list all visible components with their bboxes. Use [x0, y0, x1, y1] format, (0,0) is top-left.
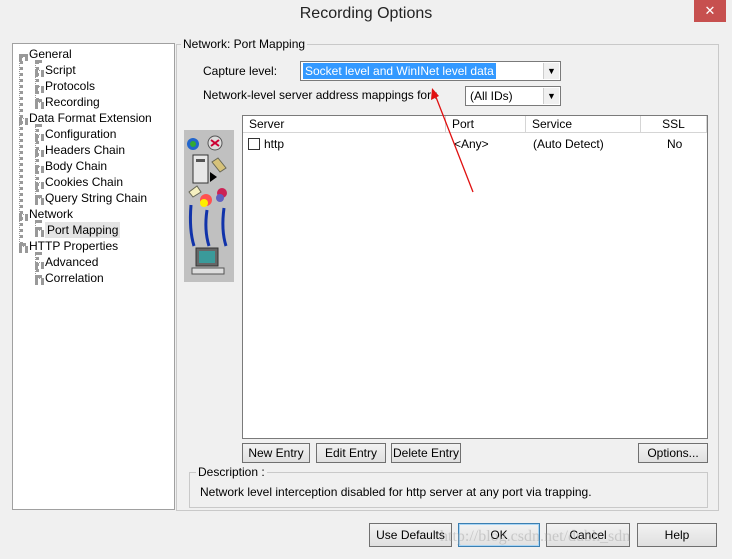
- help-button[interactable]: Help: [637, 523, 717, 547]
- tree-item-protocols[interactable]: Protocols: [45, 78, 95, 94]
- tree-item-http-properties[interactable]: HTTP Properties: [29, 238, 118, 254]
- new-entry-button[interactable]: New Entry: [242, 443, 310, 463]
- row-server: http: [264, 137, 285, 151]
- tree-connector: [35, 60, 39, 102]
- tree-item-body-chain[interactable]: Body Chain: [45, 158, 107, 174]
- chevron-down-icon[interactable]: ▼: [543, 88, 559, 104]
- row-checkbox[interactable]: [248, 138, 260, 150]
- tree-connector: [35, 102, 44, 106]
- edit-entry-button[interactable]: Edit Entry: [316, 443, 386, 463]
- window-title: Recording Options: [299, 5, 433, 22]
- tree-item-advanced[interactable]: Advanced: [45, 254, 98, 270]
- tree-item-headers-chain[interactable]: Headers Chain: [45, 142, 125, 158]
- column-header-server[interactable]: Server: [243, 116, 446, 133]
- tree-item-correlation[interactable]: Correlation: [45, 270, 104, 286]
- chevron-down-icon[interactable]: ▼: [543, 63, 559, 79]
- tree-connector: [35, 252, 39, 278]
- description-group: Description : Network level interception…: [189, 465, 708, 508]
- tree-item-script[interactable]: Script: [45, 62, 76, 78]
- mapping-label: Network-level server address mappings fo…: [203, 88, 438, 102]
- capture-level-select[interactable]: Socket level and WinINet level data ▼: [300, 61, 561, 81]
- annotation-arrow: [431, 88, 474, 193]
- tree-item-recording[interactable]: Recording: [45, 94, 100, 110]
- delete-entry-button[interactable]: Delete Entry: [391, 443, 461, 463]
- capture-level-label: Capture level:: [203, 64, 278, 78]
- title-bar: Recording Options ✕: [0, 0, 732, 30]
- description-text: Network level interception disabled for …: [200, 485, 592, 499]
- close-button[interactable]: ✕: [694, 0, 726, 22]
- tree-connector: [35, 198, 44, 202]
- options-button[interactable]: Options...: [638, 443, 708, 463]
- tree-item-configuration[interactable]: Configuration: [45, 126, 116, 142]
- options-tree[interactable]: General Script Protocols Recording Data Form…: [12, 43, 175, 510]
- tree-connector: [35, 220, 39, 230]
- tree-item-cookies-chain[interactable]: Cookies Chain: [45, 174, 123, 190]
- tree-connector: [35, 230, 44, 234]
- tree-connector: [19, 246, 28, 250]
- column-header-ssl[interactable]: SSL: [641, 116, 707, 133]
- description-title: Description :: [196, 465, 267, 479]
- row-service: (Auto Detect): [533, 137, 604, 151]
- tree-item-data-format-extension[interactable]: Data Format Extension: [29, 110, 152, 126]
- tree-item-port-mapping[interactable]: Port Mapping: [45, 222, 121, 238]
- network-illustration: [184, 130, 234, 282]
- column-header-service[interactable]: Service: [526, 116, 641, 133]
- tree-connector: [35, 124, 39, 198]
- watermark: http://blog.csdn.net/dubh_sdn: [440, 528, 631, 545]
- group-title: Network: Port Mapping: [181, 37, 308, 51]
- tree-connector: [35, 278, 44, 282]
- tree-connector: [19, 54, 23, 246]
- row-ssl: No: [667, 137, 683, 151]
- tree-item-query-string-chain[interactable]: Query String Chain: [45, 190, 147, 206]
- capture-level-value: Socket level and WinINet level data: [302, 62, 497, 80]
